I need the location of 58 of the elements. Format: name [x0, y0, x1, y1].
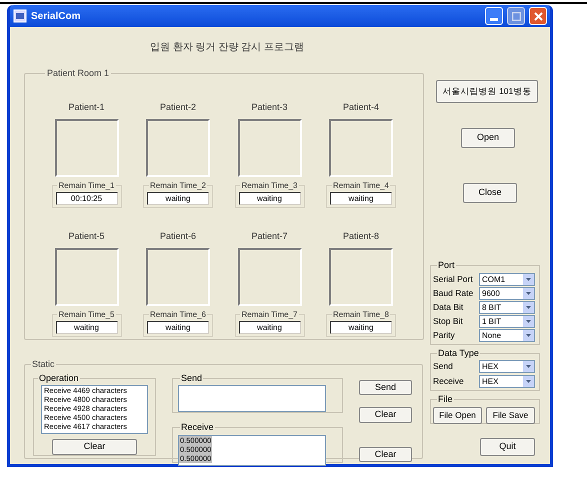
group-label: Receive	[180, 421, 215, 434]
group-label: File	[437, 393, 454, 406]
field-label: Serial Port	[433, 272, 474, 286]
remain-time-field[interactable]: waiting	[330, 192, 392, 204]
remain-time-field[interactable]: waiting	[147, 320, 209, 334]
group-label: Remain Time_2	[148, 180, 208, 192]
file-button[interactable]: File Save	[486, 406, 535, 424]
clear-button[interactable]: Clear	[52, 439, 137, 454]
dropdown[interactable]: HEX	[479, 360, 535, 373]
remain-time-field[interactable]: 00:10:25	[56, 192, 118, 204]
group-label: Remain Time_1	[57, 180, 116, 192]
group-label: Operation	[38, 372, 80, 385]
dropdown[interactable]: COM1	[479, 272, 535, 286]
program-heading: 입원 환자 링거 잔량 감시 프로그램	[150, 40, 304, 54]
remain-time-field[interactable]: waiting	[147, 192, 209, 204]
group-label: Port	[437, 259, 456, 272]
group-label: Data Type	[437, 346, 480, 360]
field-label: Baud Rate	[433, 286, 474, 300]
group-label: Remain Time_6	[148, 308, 208, 320]
patient-label: Patient-2	[160, 100, 196, 112]
patient-label: Patient-1	[68, 100, 105, 112]
patient-label: Patient-8	[342, 230, 380, 242]
field-label: Stop Bit	[433, 314, 464, 328]
group-label: Patient Room 1	[46, 67, 110, 80]
dropdown[interactable]: 8 BIT	[479, 300, 535, 314]
clear-button[interactable]: Clear	[359, 446, 412, 462]
clear-button[interactable]: Clear	[359, 407, 412, 422]
field-label: Receive	[433, 375, 465, 388]
file-button[interactable]: File Open	[433, 406, 482, 424]
group-label: Remain Time_5	[57, 308, 116, 320]
patient-label: Patient-3	[251, 100, 288, 112]
open-button[interactable]: Open	[461, 128, 515, 148]
remain-time-field[interactable]: waiting	[330, 320, 392, 334]
group-label: Remain Time_4	[332, 180, 390, 192]
field-label: Data Bit	[433, 300, 464, 314]
dropdown[interactable]: HEX	[479, 375, 535, 388]
remain-time-field[interactable]: waiting	[238, 320, 300, 334]
patient-label: Patient-4	[342, 100, 380, 112]
field-label: Parity	[433, 328, 456, 342]
group-label: Remain Time_8	[332, 308, 390, 320]
quit-button[interactable]: Quit	[480, 438, 535, 456]
remain-time-field[interactable]: waiting	[238, 192, 300, 204]
send-button[interactable]: Send	[359, 380, 412, 395]
group-label: Static	[31, 358, 56, 371]
ward-button[interactable]: 서울시립병원 101병동	[436, 80, 538, 103]
dropdown[interactable]: 1 BIT	[479, 314, 535, 328]
group-label: Remain Time_3	[240, 180, 299, 192]
dropdown[interactable]: 9600	[479, 286, 535, 300]
close-port-button[interactable]: Close	[463, 183, 517, 203]
field-label: Send	[433, 360, 454, 373]
dropdown[interactable]: None	[479, 328, 535, 342]
remain-time-field[interactable]: waiting	[56, 320, 118, 334]
patient-label: Patient-7	[251, 230, 288, 242]
patient-label: Patient-5	[68, 230, 105, 242]
group-label: Send	[180, 372, 204, 384]
patient-label: Patient-6	[160, 230, 196, 242]
group-label: Remain Time_7	[240, 308, 299, 320]
window-title: SerialCom	[31, 10, 82, 24]
